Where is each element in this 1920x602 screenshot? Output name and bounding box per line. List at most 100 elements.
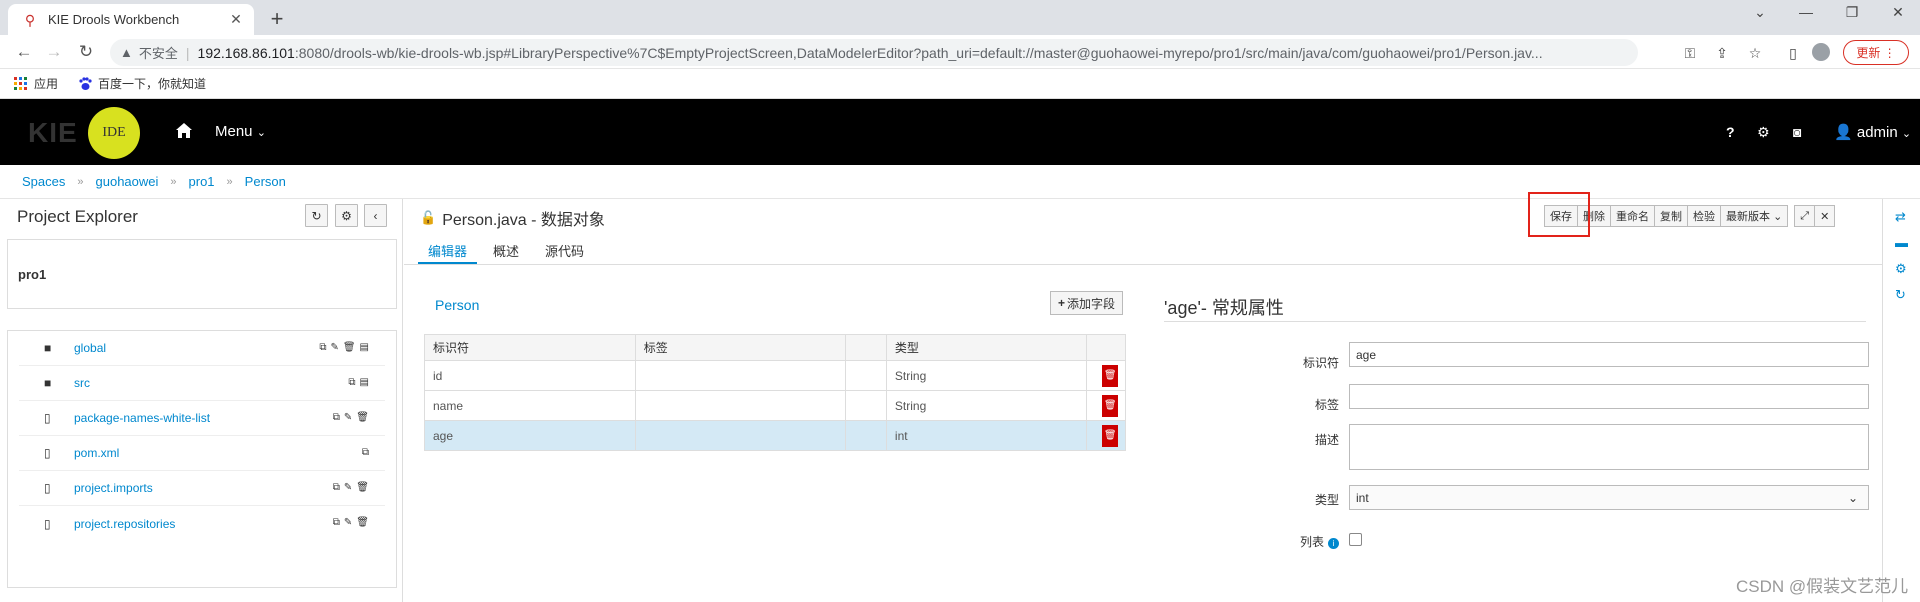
list-item[interactable]: ▯ project.imports ⧉ ✎ 🗑	[19, 471, 385, 506]
list-item[interactable]: ■ global ⧉ ✎ 🗑 ▤	[19, 331, 385, 366]
camera-icon[interactable]: ◙	[1793, 124, 1801, 140]
identifier-field[interactable]: age	[1349, 342, 1869, 367]
menu-dropdown[interactable]: Menu ⌄	[215, 123, 266, 140]
tab-editor[interactable]: 编辑器	[418, 235, 478, 264]
copy-icon[interactable]: ⧉	[333, 482, 340, 493]
collapse-button[interactable]: ‹	[364, 204, 387, 227]
version-dropdown[interactable]: 最新版本 ⌄	[1720, 205, 1789, 227]
reload-icon[interactable]: ↻	[75, 42, 97, 62]
tab-overview[interactable]: 概述	[483, 235, 529, 264]
copy-icon[interactable]: ⧉	[319, 342, 326, 353]
ide-logo: IDE	[88, 107, 140, 159]
trash-icon[interactable]: 🗑	[356, 517, 369, 528]
breadcrumb-spaces[interactable]: Spaces	[22, 174, 65, 189]
sync-icon[interactable]: ↻	[1895, 287, 1906, 303]
copy-icon[interactable]: ⧉	[333, 412, 340, 423]
file-name[interactable]: global	[74, 341, 106, 355]
copy-icon[interactable]: ⧉	[362, 447, 369, 458]
sidepanel-icon[interactable]: ▯	[1783, 45, 1803, 62]
field-id: id	[424, 360, 636, 391]
column-header-type[interactable]: 类型	[885, 334, 1088, 361]
update-button[interactable]: 更新 ⋮	[1843, 40, 1909, 65]
help-icon[interactable]: ?	[1726, 124, 1735, 140]
maximize-button[interactable]: ⤢	[1794, 205, 1816, 227]
copy-icon[interactable]: ⧉	[333, 517, 340, 528]
key-icon[interactable]: ⚿	[1680, 45, 1700, 62]
rename-button[interactable]: 重命名	[1610, 205, 1655, 227]
profile-avatar[interactable]	[1812, 43, 1830, 61]
archive-icon[interactable]: ▤	[360, 377, 369, 388]
field-type: String	[885, 390, 1088, 421]
browser-tab[interactable]: ⚲ KIE Drools Workbench ✕	[8, 4, 254, 35]
table-row[interactable]: id String 🗑	[424, 360, 1126, 391]
address-bar[interactable]: ▲ 不安全 | 192.168.86.101 :8080/drools-wb/k…	[110, 39, 1638, 66]
trash-icon[interactable]: 🗑	[343, 342, 356, 353]
type-select[interactable]: int ⌄	[1349, 485, 1869, 510]
share-icon[interactable]: ⇪	[1712, 45, 1732, 62]
restore-button[interactable]: ❐	[1839, 4, 1865, 21]
file-name[interactable]: project.repositories	[74, 517, 175, 531]
label-field[interactable]	[1349, 384, 1869, 409]
file-name[interactable]: project.imports	[74, 481, 153, 495]
list-item[interactable]: ▯ pom.xml ⧉	[19, 436, 385, 471]
file-name[interactable]: pom.xml	[74, 446, 119, 460]
bookmark-star-icon[interactable]: ☆	[1745, 45, 1765, 62]
list-item[interactable]: ▯ package-names-white-list ⧉ ✎ 🗑	[19, 401, 385, 436]
column-header-identifier[interactable]: 标识符	[424, 334, 636, 361]
minimize-button[interactable]: —	[1793, 4, 1819, 20]
file-name[interactable]: package-names-white-list	[74, 411, 210, 425]
pencil-icon[interactable]: ✎	[344, 517, 352, 528]
add-field-button[interactable]: + 添加字段	[1050, 291, 1124, 315]
back-icon[interactable]: ←	[13, 42, 35, 62]
archive-icon[interactable]: ▤	[360, 342, 369, 353]
tab-source[interactable]: 源代码	[535, 235, 594, 264]
shuffle-icon[interactable]: ⇄	[1895, 209, 1906, 225]
project-box[interactable]: pro1	[7, 239, 397, 309]
copy-button[interactable]: 复制	[1654, 205, 1688, 227]
info-icon[interactable]: i	[1328, 538, 1339, 549]
settings-button[interactable]: ⚙	[335, 204, 358, 227]
object-name-link[interactable]: Person	[435, 297, 479, 313]
user-menu[interactable]: 👤 admin ⌄	[1834, 123, 1911, 141]
breadcrumb-project[interactable]: pro1	[189, 174, 215, 189]
gear-icon[interactable]: ⚙	[1895, 261, 1907, 277]
breadcrumb-space[interactable]: guohaowei	[96, 174, 159, 189]
refresh-button[interactable]: ↻	[305, 204, 328, 227]
trash-icon[interactable]: 🗑	[356, 482, 369, 493]
list-item[interactable]: ▯ project.repositories ⧉ ✎ 🗑	[19, 506, 385, 541]
description-textarea[interactable]	[1349, 424, 1869, 470]
gear-icon[interactable]: ⚙	[1757, 124, 1770, 141]
window-close-button[interactable]: ✕	[1885, 4, 1911, 21]
trash-icon[interactable]: 🗑	[356, 412, 369, 423]
home-icon[interactable]	[176, 123, 192, 138]
file-name[interactable]: src	[74, 376, 90, 390]
delete-field-button[interactable]: 🗑	[1102, 424, 1119, 447]
delete-field-button[interactable]: 🗑	[1102, 364, 1119, 387]
new-tab-button[interactable]: +	[264, 6, 290, 32]
copy-icon[interactable]: ⧉	[348, 377, 355, 388]
table-row[interactable]: name String 🗑	[424, 390, 1126, 421]
bookmark-baidu[interactable]: 百度一下，你就知道	[78, 75, 206, 92]
pencil-icon[interactable]: ✎	[330, 342, 338, 353]
validate-button[interactable]: 检验	[1687, 205, 1721, 227]
bookmark-apps[interactable]: 应用	[14, 75, 58, 92]
list-item[interactable]: ■ src ⧉ ▤	[19, 366, 385, 401]
update-label: 更新	[1856, 46, 1881, 60]
tab-close-icon[interactable]: ✕	[228, 11, 244, 28]
delete-field-button[interactable]: 🗑	[1102, 394, 1119, 417]
type-label: 类型	[1314, 493, 1339, 507]
column-header-label[interactable]: 标签	[634, 334, 847, 361]
file-icon: ▯	[44, 411, 51, 425]
forward-icon[interactable]: →	[43, 42, 65, 62]
close-editor-button[interactable]: ✕	[1814, 205, 1836, 227]
data-object-editor: 🔓 Person.java - 数据对象 保存 删除 重命名 复制 检验 最新版…	[404, 192, 1882, 602]
briefcase-icon[interactable]: ▬	[1895, 235, 1908, 250]
tab-search-icon[interactable]: ⌄	[1747, 4, 1773, 21]
table-row[interactable]: age int 🗑	[424, 420, 1126, 451]
trash-icon: 🗑	[1103, 430, 1117, 441]
list-checkbox[interactable]	[1349, 533, 1362, 546]
breadcrumb-asset[interactable]: Person	[245, 174, 286, 189]
pencil-icon[interactable]: ✎	[344, 412, 352, 423]
pencil-icon[interactable]: ✎	[344, 482, 352, 493]
tab-title: KIE Drools Workbench	[48, 12, 180, 27]
